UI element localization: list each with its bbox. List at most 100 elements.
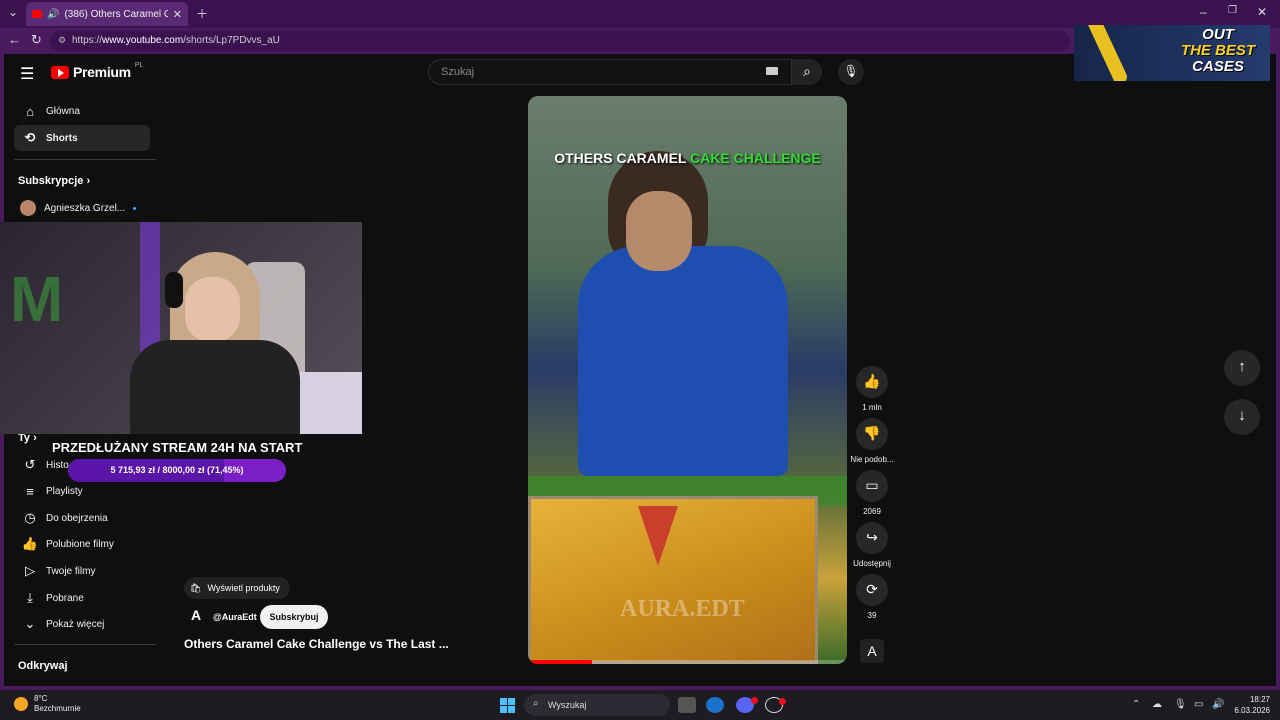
- new-tab-icon[interactable]: ＋: [196, 5, 208, 22]
- sidebar-item-home[interactable]: ⌂ Główna: [14, 98, 150, 124]
- taskbar-search[interactable]: ⌕ Wyszukaj: [524, 694, 670, 716]
- sidebar-item-label: Główna: [46, 105, 80, 117]
- video-icon: ▷: [25, 563, 35, 578]
- stream-headline: PRZEDŁUŻANY STREAM 24H NA START: [52, 440, 303, 455]
- url-bar[interactable]: ⚙ https://www.youtube.com/shorts/Lp7PDvv…: [50, 31, 1070, 51]
- keyboard-icon[interactable]: [766, 67, 778, 75]
- menu-icon[interactable]: ☰: [20, 64, 34, 84]
- history-icon: ↺: [24, 457, 36, 472]
- video-frame-shirt: [578, 246, 788, 476]
- sidebar-item-watch-later[interactable]: ◷ Do obejrzenia: [14, 505, 150, 531]
- sidebar-subscription-item[interactable]: Agnieszka Grzel...: [14, 195, 150, 221]
- streamer-face: [185, 277, 240, 342]
- channel-avatar: [20, 200, 36, 216]
- channel-name[interactable]: @AuraEdt: [213, 612, 257, 622]
- browser-tab[interactable]: 🔊 (386) Others Caramel Cake Cl ✕: [26, 2, 188, 26]
- site-info-icon[interactable]: ⚙: [58, 35, 66, 46]
- taskbar-search-label: Wyszukaj: [548, 700, 587, 710]
- sidebar-item-your-videos[interactable]: ▷ Twoje filmy: [14, 558, 150, 584]
- search-icon: ⌕: [533, 698, 539, 709]
- view-products-button[interactable]: 🛍 Wyświetl produkty: [184, 577, 290, 599]
- chevron-up-icon[interactable]: ⌃: [1132, 699, 1140, 710]
- headset: [165, 272, 183, 308]
- sidebar-item-label: Playlisty: [46, 485, 83, 497]
- arrow-down-icon: ↓: [1238, 407, 1246, 424]
- sidebar-item-label: Twoje filmy: [46, 565, 96, 577]
- close-window-icon[interactable]: ✕: [1257, 5, 1267, 19]
- discord-icon[interactable]: [736, 697, 758, 713]
- comment-icon: ▭: [865, 477, 879, 493]
- youtube-logo[interactable]: Premium PL: [51, 62, 143, 80]
- next-short-button[interactable]: ↓: [1224, 399, 1260, 435]
- like-button[interactable]: 👍: [856, 366, 888, 398]
- explore-header: Odkrywaj: [18, 660, 68, 672]
- sidebar-item-shorts[interactable]: ⟲ Shorts: [14, 125, 150, 151]
- share-label: Udostępnij: [853, 559, 891, 568]
- audio-playing-icon[interactable]: 🔊: [47, 9, 59, 20]
- subscriptions-header[interactable]: Subskrypcje ›: [18, 175, 90, 187]
- video-frame-cake: [638, 506, 678, 566]
- thumbs-down-icon: 👎: [863, 425, 881, 441]
- search-button[interactable]: ⌕: [792, 59, 822, 85]
- windows-start-icon[interactable]: [500, 698, 515, 713]
- temperature: 8°C: [34, 694, 48, 703]
- sidebar-item-liked[interactable]: 👍 Polubione filmy: [14, 531, 150, 557]
- network-icon[interactable]: ▭: [1194, 699, 1203, 710]
- sidebar-item-label: Pokaż więcej: [46, 618, 105, 630]
- comments-button[interactable]: ▭: [856, 470, 888, 502]
- sidebar-item-show-more[interactable]: ⌄ Pokaż więcej: [14, 611, 150, 637]
- back-icon[interactable]: ←: [8, 32, 21, 47]
- short-video-player[interactable]: OTHERS CARAMEL CAKE CHALLENGE AURA.EDT: [528, 96, 847, 664]
- clock[interactable]: 18:27 6.03.2026: [1230, 694, 1270, 716]
- weather-widget[interactable]: 8°C Bezchmurnie: [14, 694, 81, 714]
- sidebar-item-label: Shorts: [46, 132, 78, 144]
- subscriptions-header-label: Subskrypcje: [18, 175, 84, 187]
- voice-search-button[interactable]: 🎙: [838, 59, 864, 85]
- share-button[interactable]: ↪: [856, 522, 888, 554]
- microphone-icon[interactable]: 🎙: [1174, 699, 1187, 710]
- thumbs-up-icon: 👍: [21, 536, 39, 551]
- remix-button[interactable]: ⟳: [856, 574, 888, 606]
- subscribe-button[interactable]: Subskrybuj: [260, 605, 328, 629]
- shopping-bag-icon: 🛍: [190, 582, 202, 593]
- video-caption-green: CAKE CHALLENGE: [690, 150, 821, 166]
- shorts-icon: ⟲: [24, 130, 36, 145]
- arrow-up-icon: ↑: [1238, 358, 1246, 375]
- sun-icon: [14, 697, 28, 711]
- video-progress-bar[interactable]: [528, 660, 847, 664]
- ad-line-1: OUT: [1202, 26, 1234, 43]
- clock-date: 6.03.2026: [1234, 706, 1270, 715]
- reload-icon[interactable]: ↻: [31, 32, 42, 48]
- remix-icon: ⟳: [866, 581, 878, 597]
- channel-avatar[interactable]: A: [186, 607, 206, 627]
- chevron-right-icon: ›: [86, 175, 91, 187]
- app-icon[interactable]: [765, 697, 786, 713]
- monster-logo-icon: M: [10, 263, 64, 335]
- subscription-name: Agnieszka Grzel...: [44, 202, 126, 214]
- video-caption: OTHERS CARAMEL CAKE CHALLENGE: [528, 150, 847, 166]
- url-path: /shorts/Lp7PDvvs_aU: [183, 35, 280, 46]
- close-tab-icon[interactable]: ✕: [173, 8, 182, 21]
- task-view-icon[interactable]: [678, 697, 696, 713]
- sidebar-item-downloads[interactable]: ⤓ Pobrane: [14, 585, 150, 611]
- taskbar: 8°C Bezchmurnie ⌕ Wyszukaj ⌃ ☁ 🎙 ▭ 🔊 18:…: [0, 690, 1280, 720]
- ad-line-2: THE BEST: [1180, 42, 1256, 59]
- volume-icon[interactable]: 🔊: [1212, 699, 1224, 710]
- cloud-icon[interactable]: ☁: [1152, 699, 1162, 710]
- short-title[interactable]: Others Caramel Cake Challenge vs The Las…: [184, 637, 449, 651]
- channel-thumbnail[interactable]: A: [860, 639, 884, 663]
- tab-list-icon[interactable]: ⌄: [8, 5, 18, 19]
- url-domain: www.youtube.com: [102, 35, 184, 46]
- previous-short-button[interactable]: ↑: [1224, 350, 1260, 386]
- search-input[interactable]: Szukaj: [428, 59, 792, 85]
- dislike-button[interactable]: 👎: [856, 418, 888, 450]
- restore-icon[interactable]: ❐: [1228, 5, 1237, 16]
- webcam-overlay: M: [0, 222, 362, 434]
- thumbs-up-icon: 👍: [863, 373, 881, 389]
- home-icon: ⌂: [26, 103, 34, 119]
- sidebar-item-label: Pobrane: [46, 592, 84, 604]
- sidebar-item-label: Histo: [46, 459, 69, 471]
- edge-browser-icon[interactable]: [706, 697, 724, 713]
- ad-line-3: CASES: [1192, 58, 1244, 75]
- minimize-icon[interactable]: –: [1200, 5, 1207, 19]
